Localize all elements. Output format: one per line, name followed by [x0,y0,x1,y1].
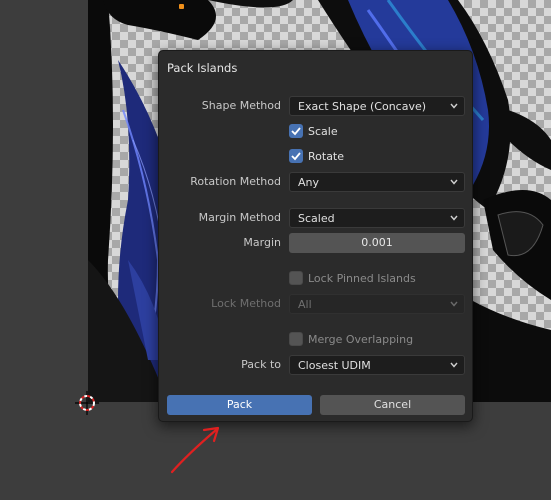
chevron-down-icon [450,215,458,221]
pack-to-dropdown[interactable]: Closest UDIM [289,355,465,375]
pack-islands-dialog: Pack Islands Shape Method Exact Shape (C… [158,50,473,422]
orange-vertex-marker [179,4,184,9]
shape-method-label: Shape Method [201,99,281,112]
rotate-row: Rotate [159,147,472,167]
margin-method-label: Margin Method [198,211,281,224]
chevron-down-icon [450,362,458,368]
rotate-label: Rotate [308,150,345,163]
lock-pinned-islands-row: Lock Pinned Islands [159,269,472,289]
margin-label: Margin [243,236,281,249]
margin-method-dropdown[interactable]: Scaled [289,208,465,228]
lock-pinned-islands-checkbox[interactable] [289,271,303,285]
rotation-method-dropdown[interactable]: Any [289,172,465,192]
margin-method-value: Scaled [298,212,335,225]
margin-method-row: Margin Method Scaled [159,208,472,228]
cancel-button[interactable]: Cancel [320,395,465,415]
checkmark-icon [291,152,301,161]
pack-button[interactable]: Pack [167,395,312,415]
merge-overlapping-label: Merge Overlapping [308,333,414,346]
rotation-method-row: Rotation Method Any [159,172,472,192]
lock-method-label: Lock Method [211,297,281,310]
pack-to-label: Pack to [241,358,281,371]
margin-row: Margin 0.001 [159,233,472,253]
rotation-method-label: Rotation Method [190,175,281,188]
lock-method-dropdown[interactable]: All [289,294,465,314]
chevron-down-icon [450,103,458,109]
shape-method-value: Exact Shape (Concave) [298,100,427,113]
chevron-down-icon [450,301,458,307]
chevron-down-icon [450,179,458,185]
cursor-3d-icon [75,391,99,415]
lock-method-value: All [298,298,312,311]
scale-checkbox[interactable] [289,124,303,138]
dialog-title: Pack Islands [167,61,238,75]
rotation-method-value: Any [298,176,320,189]
pack-to-value: Closest UDIM [298,359,371,372]
shape-method-row: Shape Method Exact Shape (Concave) [159,96,472,116]
shape-method-dropdown[interactable]: Exact Shape (Concave) [289,96,465,116]
merge-overlapping-checkbox[interactable] [289,332,303,346]
margin-value: 0.001 [361,236,393,249]
rotate-checkbox[interactable] [289,149,303,163]
lock-pinned-islands-label: Lock Pinned Islands [308,272,416,285]
pack-to-row: Pack to Closest UDIM [159,355,472,375]
merge-overlapping-row: Merge Overlapping [159,330,472,350]
scale-label: Scale [308,125,338,138]
annotation-arrow-icon [170,426,220,474]
lock-method-row: Lock Method All [159,294,472,314]
checkmark-icon [291,127,301,136]
scale-row: Scale [159,122,472,142]
margin-number-field[interactable]: 0.001 [289,233,465,253]
